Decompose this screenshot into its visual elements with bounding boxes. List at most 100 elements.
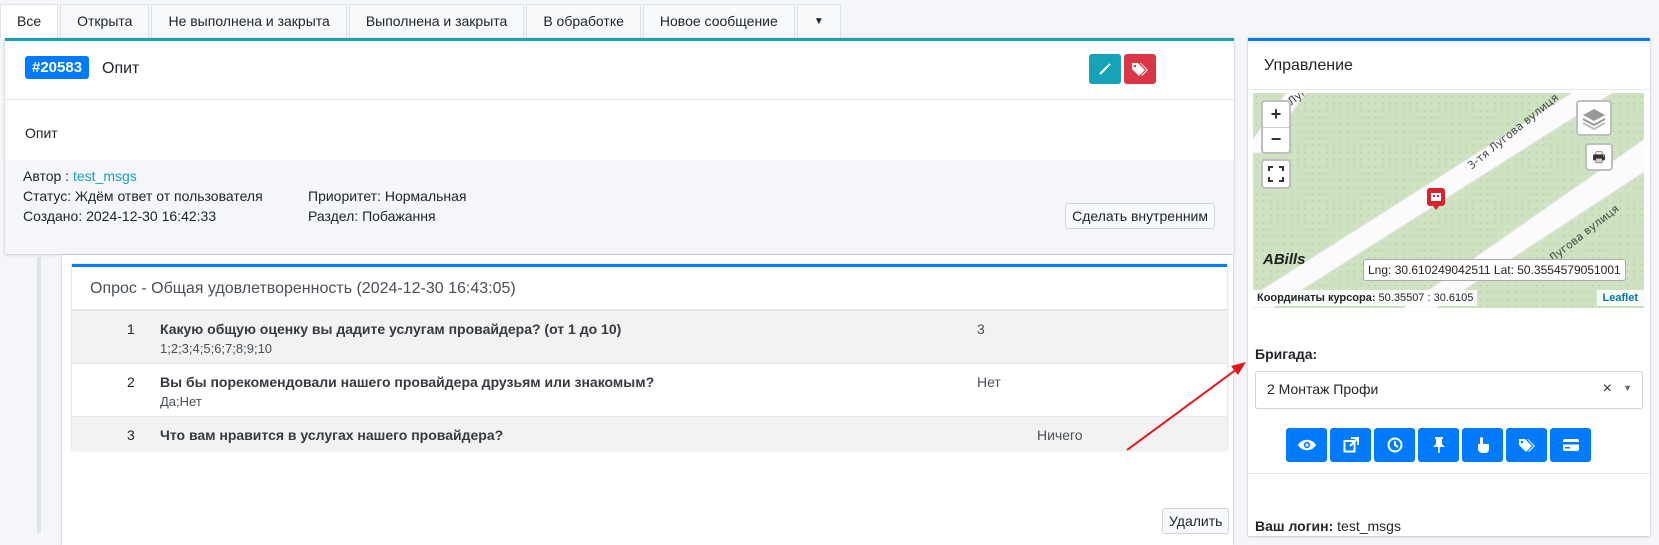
status-row: Статус: Ждём ответ от пользователя [23, 188, 263, 204]
history-button[interactable] [1374, 428, 1415, 462]
control-panel: Управление 3-тя Лугова вулиця 3-тя Лугов… [1248, 38, 1650, 536]
tags-icon [1518, 439, 1535, 452]
view-button[interactable] [1286, 428, 1327, 462]
ticket-card: #20583 Опит Опит Автор : test_msgs Стату… [5, 38, 1234, 254]
tab-in-progress[interactable]: В обработке [526, 4, 641, 38]
control-panel-title: Управление [1264, 57, 1353, 74]
created-value: 2024-12-30 16:42:33 [86, 208, 217, 224]
priority-value: Нормальная [384, 188, 467, 204]
ticket-header: #20583 Опит [5, 41, 1234, 100]
layers-button[interactable] [1576, 100, 1612, 136]
external-link-icon [1343, 437, 1359, 453]
tab-all[interactable]: Все [0, 4, 59, 38]
author-row: Автор : test_msgs [23, 168, 137, 184]
cursor-coords-value: 50.35507 : 30.6105 [1378, 292, 1474, 304]
credit-card-icon [1562, 439, 1579, 451]
login-value: test_msgs [1337, 518, 1401, 534]
clear-icon[interactable]: × [1603, 380, 1612, 398]
question-options: 1;2;3;4;5;6;7;8;9;10 [160, 341, 273, 356]
brigade-select[interactable]: 2 Монтаж Профи × ▼ [1255, 371, 1643, 409]
status-value: Ждём ответ от пользователя [75, 188, 263, 204]
delete-button[interactable]: Удалить [1162, 508, 1230, 534]
hand-pointer-icon [1477, 437, 1489, 453]
abills-logo: ABills [1263, 251, 1306, 268]
marker-icon [1431, 193, 1441, 210]
pencil-icon [1099, 63, 1111, 75]
map-attribution: Leaflet [1596, 290, 1644, 306]
ticket-title: Опит [102, 60, 140, 77]
brigade-label: Бригада: [1255, 346, 1318, 362]
payment-button[interactable] [1550, 428, 1591, 462]
edit-button[interactable] [1089, 54, 1121, 84]
print-button[interactable]: 🖶 [1585, 143, 1613, 171]
question-answer: Ничего [1037, 427, 1083, 443]
caret-down-icon: ▼ [813, 16, 824, 27]
ticket-body-text: Опит [25, 125, 58, 141]
fullscreen-icon [1268, 166, 1284, 182]
timeline-line [37, 257, 41, 533]
coords-popup-text: Lng: 30.610249042511 Lat: 50.35545790510… [1368, 263, 1621, 277]
tab-open[interactable]: Открыта [60, 4, 150, 38]
layers-icon [1582, 109, 1606, 131]
table-row: 3 Что вам нравится в услугах нашего пров… [72, 416, 1227, 450]
question-number: 1 [127, 321, 135, 337]
tags-button[interactable] [1124, 54, 1156, 84]
tags-icon [1132, 63, 1148, 76]
clock-icon [1387, 437, 1402, 453]
table-row: 1 Какую общую оценку вы дадите услугам п… [72, 310, 1227, 363]
tab-not-done-closed[interactable]: Не выполнена и закрыта [151, 4, 347, 38]
zoom-control: + − [1261, 100, 1291, 154]
brigade-value: 2 Монтаж Профи [1267, 381, 1379, 397]
priority-row: Приоритет: Нормальная [308, 188, 467, 204]
open-external-button[interactable] [1330, 428, 1371, 462]
login-label: Ваш логин: [1255, 518, 1334, 534]
priority-label: Приоритет: [308, 188, 381, 204]
created-label: Создано: [23, 208, 83, 224]
tab-done-closed[interactable]: Выполнена и закрыта [348, 4, 525, 38]
divider [1248, 473, 1650, 474]
table-row: 2 Вы бы порекомендовали нашего провайдер… [72, 363, 1227, 416]
print-icon: 🖶 [1592, 149, 1606, 165]
section-label: Раздел: [308, 208, 359, 224]
created-row: Создано: 2024-12-30 16:42:33 [23, 208, 216, 224]
survey-header: Опрос - Общая удовлетворенность (2024-12… [72, 267, 1227, 310]
survey-title: Опрос - Общая удовлетворенность (2024-12… [90, 280, 516, 297]
leaflet-link[interactable]: Leaflet [1603, 292, 1638, 304]
question-text: Вы бы порекомендовали нашего провайдера … [160, 374, 655, 390]
coords-popup: Lng: 30.610249042511 Lat: 50.35545790510… [1363, 259, 1626, 281]
map[interactable]: 3-тя Лугова вулиця 3-тя Лугова вулиця Лу… [1253, 93, 1644, 308]
control-panel-header: Управление [1248, 41, 1650, 90]
pin-button[interactable] [1418, 428, 1459, 462]
tag-button[interactable] [1506, 428, 1547, 462]
cursor-coords: Координаты курсора: 50.35507 : 30.6105 [1253, 290, 1478, 306]
status-label: Статус: [23, 188, 72, 204]
author-label: Автор : [23, 168, 70, 184]
zoom-in-button[interactable]: + [1263, 102, 1289, 128]
eye-icon [1297, 439, 1316, 451]
ticket-info: Автор : test_msgs Статус: Ждём ответ от … [5, 160, 1234, 254]
section-row: Раздел: Побажання [308, 208, 436, 224]
question-answer: 3 [977, 321, 985, 337]
zoom-out-button[interactable]: − [1263, 128, 1289, 152]
status-tabs: Все Открыта Не выполнена и закрыта Выпол… [0, 4, 843, 38]
tabs-dropdown-button[interactable]: ▼ [796, 4, 841, 38]
question-text: Какую общую оценку вы дадите услугам про… [160, 321, 622, 337]
question-number: 2 [127, 374, 135, 390]
question-answer: Нет [977, 374, 1001, 390]
make-internal-button[interactable]: Сделать внутренним [1065, 203, 1215, 229]
cursor-coords-label: Координаты курсора: [1257, 292, 1376, 304]
tab-new-message[interactable]: Новое сообщение [642, 4, 795, 38]
survey-card: Опрос - Общая удовлетворенность (2024-12… [72, 264, 1227, 450]
ticket-id-badge: #20583 [25, 56, 90, 79]
thumbtack-icon [1432, 437, 1445, 453]
chevron-down-icon[interactable]: ▼ [1623, 383, 1632, 393]
section-value: Побажання [362, 208, 436, 224]
map-marker[interactable] [1427, 188, 1445, 210]
question-text: Что вам нравится в услугах нашего провай… [160, 427, 504, 443]
login-row: Ваш логин: test_msgs [1255, 518, 1401, 534]
question-options: Да;Нет [160, 394, 202, 409]
author-link[interactable]: test_msgs [73, 168, 137, 184]
logo-text: ABills [1263, 251, 1306, 268]
hand-button[interactable] [1462, 428, 1503, 462]
fullscreen-button[interactable] [1261, 159, 1291, 189]
